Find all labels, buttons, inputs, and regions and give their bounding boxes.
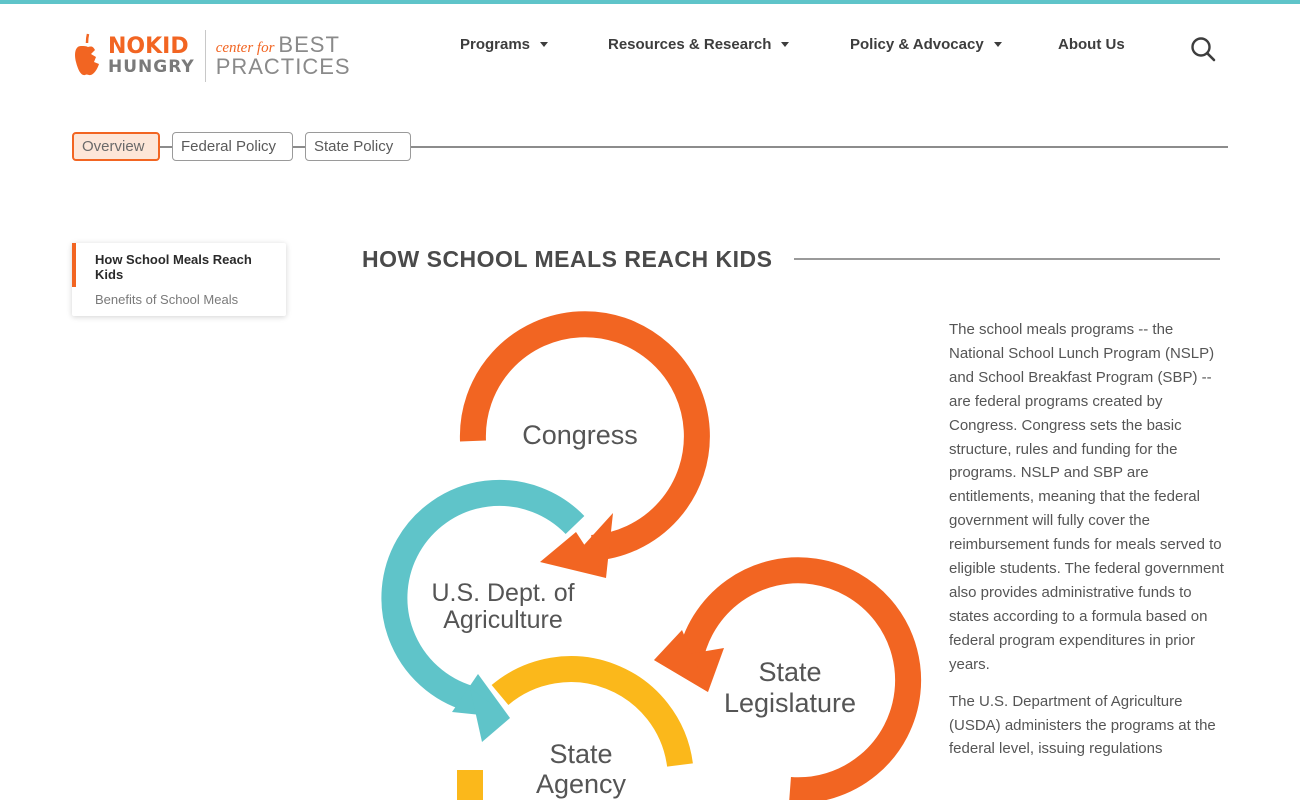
tab-state-policy-label: State Policy [314,138,394,155]
section-sidenav: How School Meals Reach Kids Benefits of … [72,243,286,316]
nav-policy-advocacy[interactable]: Policy & Advocacy [850,36,1002,53]
node-label-usda-line2: Agriculture [443,606,563,634]
caret-down-icon [781,42,790,47]
logo-no-text: NO [108,34,146,59]
sidenav-item-benefits-of-school-meals[interactable]: Benefits of School Meals [95,292,238,307]
no-kid-hungry-wordmark: NOKID HUNGRY [108,36,195,76]
site-logo[interactable]: NOKID HUNGRY center for BEST PRACTICES [72,20,632,92]
section-title: HOW SCHOOL MEALS REACH KIDS [362,246,773,272]
tab-overview-label: Overview [82,138,145,155]
nav-resources-label: Resources & Research [608,36,772,53]
node-label-congress: Congress [522,420,638,450]
tab-federal-policy[interactable]: Federal Policy [172,132,293,161]
search-button[interactable] [1188,34,1218,64]
apple-icon [72,32,104,80]
article-body: The school meals programs -- the Nationa… [949,318,1229,774]
nav-resources-research[interactable]: Resources & Research [608,36,790,53]
nav-policy-label: Policy & Advocacy [850,36,984,53]
nav-programs[interactable]: Programs [460,36,549,53]
sidenav-item-how-school-meals-reach-kids[interactable]: How School Meals Reach Kids [95,252,275,282]
nav-about-label: About Us [1058,36,1125,53]
tab-federal-policy-label: Federal Policy [181,138,277,155]
node-label-state-agency-line1: State [549,739,612,769]
tab-state-policy[interactable]: State Policy [305,132,411,161]
search-icon [1191,37,1216,62]
top-accent-stripe [0,0,1300,4]
school-meals-flow-diagram: Congress U.S. Dept. of Agriculture State… [370,300,930,800]
congress-cycle-arrow [459,311,710,578]
tab-overview[interactable]: Overview [72,132,160,161]
body-paragraph: The school meals programs -- the Nationa… [949,321,1224,673]
sidenav-active-indicator [72,243,76,287]
logo-practices-text: PRACTICES [215,54,351,79]
body-paragraph: The U.S. Department of Agriculture (USDA… [949,692,1216,758]
node-label-state-legislature-line2: Legislature [724,688,856,718]
logo-divider [204,30,206,82]
logo-best-text: BEST [278,32,340,57]
logo-hungry-text: HUNGRY [108,57,195,77]
node-label-usda-line1: U.S. Dept. of [431,579,574,607]
nav-about-us[interactable]: About Us [1058,36,1125,53]
node-label-state-agency-line2: Agency [536,769,627,799]
center-for-best-practices-wordmark: center for BEST PRACTICES [216,34,351,78]
logo-kid-text: KID [145,34,189,59]
node-label-state-legislature-line1: State [758,657,821,687]
section-title-rule [794,258,1220,260]
caret-down-icon [540,42,549,47]
nav-programs-label: Programs [460,36,531,53]
caret-down-icon [993,42,1002,47]
